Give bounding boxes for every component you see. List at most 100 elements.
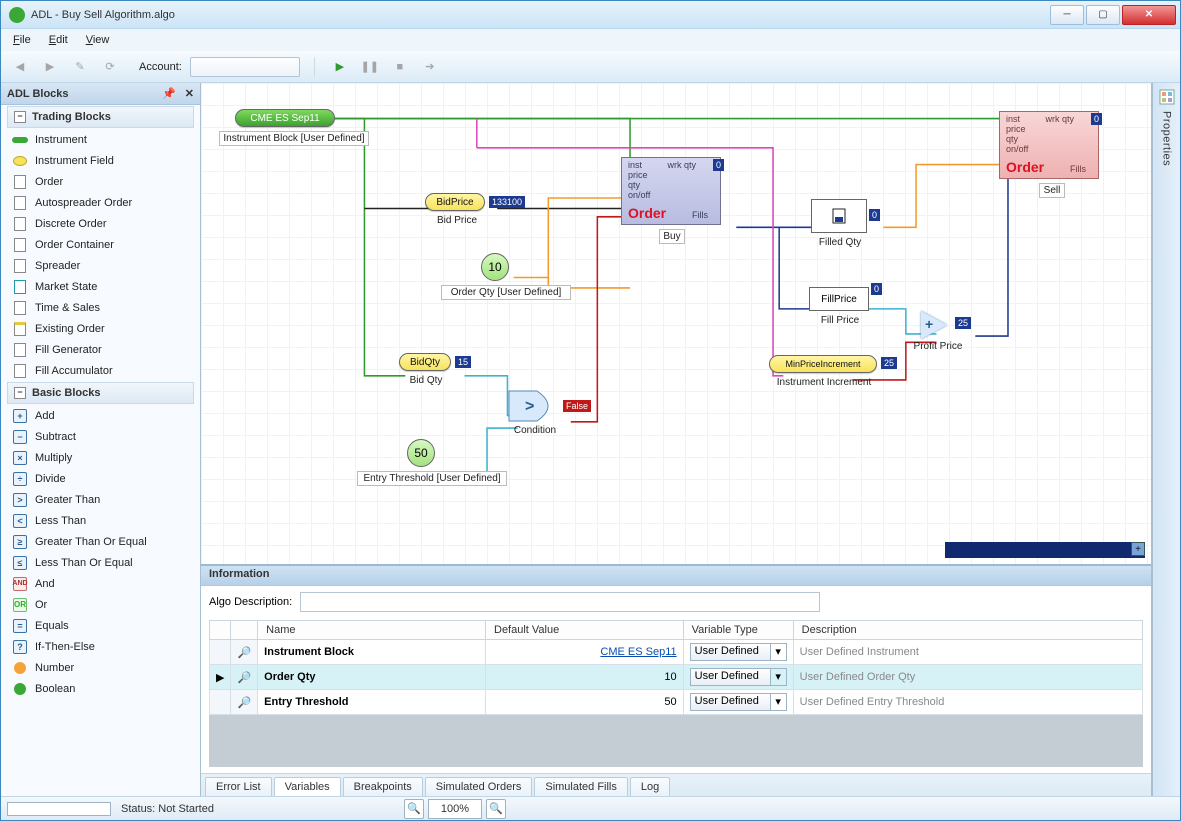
block-and[interactable]: ANDAnd [1,573,200,594]
algo-desc-input[interactable] [300,592,820,612]
block-order-container[interactable]: Order Container [1,234,200,255]
blocks-panel-title: ADL Blocks [7,88,69,100]
zoom-in-button[interactable]: 🔍 [486,799,506,819]
zoom-out-button[interactable]: 🔍 [404,799,424,819]
node-order-buy[interactable]: inst price qty on/off wrk qty 0 Fills Or… [621,157,721,225]
node-order-qty[interactable]: 10 Order Qty [User Defined] [481,253,509,281]
minimap[interactable]: + [945,542,1145,558]
canvas[interactable]: CME ES Sep11 Instrument Block [User Defi… [201,83,1151,564]
pin-icon[interactable]: 📌 [162,88,176,100]
table-row[interactable]: 🔎 Instrument Block CME ES Sep11 User Def… [210,640,1143,665]
collapse-icon[interactable]: − [14,111,26,123]
app-icon [9,7,25,23]
variables-table: Name Default Value Variable Type Descrip… [209,620,1143,715]
node-entry-threshold[interactable]: 50 Entry Threshold [User Defined] [407,439,435,467]
col-vtype[interactable]: Variable Type [683,621,793,640]
block-fill-accumulator[interactable]: Fill Accumulator [1,360,200,381]
table-row[interactable]: 🔎 Entry Threshold 50 User Defined▾ User … [210,690,1143,715]
algo-desc-label: Algo Description: [209,596,292,608]
play-button[interactable]: ▶ [329,56,351,78]
block-lte[interactable]: ≤Less Than Or Equal [1,552,200,573]
block-multiply[interactable]: ×Multiply [1,447,200,468]
col-name[interactable]: Name [258,621,486,640]
app-window: ADL - Buy Sell Algorithm.algo ─ ▢ ✕ File… [0,0,1181,821]
block-time-sales[interactable]: Time & Sales [1,297,200,318]
block-number[interactable]: Number [1,657,200,678]
close-button[interactable]: ✕ [1122,5,1176,25]
menu-edit[interactable]: Edit [49,34,68,46]
properties-icon [1159,89,1175,105]
block-discrete-order[interactable]: Discrete Order [1,213,200,234]
tab-breakpoints[interactable]: Breakpoints [343,777,423,796]
account-select[interactable] [190,57,300,77]
properties-label: Properties [1161,111,1173,166]
statusbar: Status: Not Started 🔍 100% 🔍 [1,796,1180,820]
block-existing-order[interactable]: Existing Order [1,318,200,339]
close-panel-icon[interactable]: ✕ [185,88,194,100]
blocks-panel-header: ADL Blocks 📌 ✕ [1,83,200,105]
status-text: Status: Not Started [121,803,214,815]
block-lt[interactable]: <Less Than [1,510,200,531]
block-market-state[interactable]: Market State [1,276,200,297]
node-condition[interactable]: > False Condition [507,389,561,423]
tab-simulated-orders[interactable]: Simulated Orders [425,777,533,796]
block-equals[interactable]: =Equals [1,615,200,636]
node-filled-qty[interactable]: 0 Filled Qty [811,199,867,233]
node-bid-price[interactable]: BidPrice 133100 Bid Price [425,193,485,211]
tab-variables[interactable]: Variables [274,777,341,796]
block-spreader[interactable]: Spreader [1,255,200,276]
info-tabs: Error ListVariablesBreakpointsSimulated … [201,773,1151,796]
block-instrument-field[interactable]: Instrument Field [1,150,200,171]
node-min-price-increment[interactable]: MinPriceIncrement 25 Instrument Incremen… [769,355,877,373]
collapse-icon[interactable]: − [14,387,26,399]
col-default[interactable]: Default Value [486,621,684,640]
block-subtract[interactable]: −Subtract [1,426,200,447]
svg-text:>: > [525,398,534,415]
blocks-list[interactable]: −Trading Blocks Instrument Instrument Fi… [1,105,200,796]
zoom-level[interactable]: 100% [428,799,482,819]
edit-lock-button[interactable]: ✎ [69,56,91,78]
main: ADL Blocks 📌 ✕ −Trading Blocks Instrumen… [1,83,1180,796]
menu-view[interactable]: View [86,34,110,46]
step-button[interactable]: ➔ [419,56,441,78]
toolbar: ◀ ▶ ✎ ⟳ Account: ▶ ❚❚ ■ ➔ [1,51,1180,83]
block-instrument[interactable]: Instrument [1,129,200,150]
block-divide[interactable]: ÷Divide [1,468,200,489]
pause-button[interactable]: ❚❚ [359,56,381,78]
center-area: CME ES Sep11 Instrument Block [User Defi… [201,83,1152,796]
refresh-button[interactable]: ⟳ [99,56,121,78]
block-fill-generator[interactable]: Fill Generator [1,339,200,360]
progress-bar [7,802,111,816]
table-row[interactable]: ▶ 🔎 Order Qty 10 User Defined▾ User Defi… [210,665,1143,690]
block-boolean[interactable]: Boolean [1,678,200,699]
node-order-sell[interactable]: inst price qty on/off wrk qty 0 Fills Or… [999,111,1099,179]
group-basic-blocks[interactable]: −Basic Blocks [7,382,194,404]
titlebar: ADL - Buy Sell Algorithm.algo ─ ▢ ✕ [1,1,1180,29]
block-ite[interactable]: ?If-Then-Else [1,636,200,657]
forward-button[interactable]: ▶ [39,56,61,78]
block-order[interactable]: Order [1,171,200,192]
block-or[interactable]: OROr [1,594,200,615]
tab-log[interactable]: Log [630,777,670,796]
properties-panel-collapsed[interactable]: Properties [1152,83,1180,796]
menu-file[interactable]: File [13,34,31,46]
block-autospreader-order[interactable]: Autospreader Order [1,192,200,213]
menubar: File Edit View [1,29,1180,51]
minimap-expand-icon[interactable]: + [1131,542,1145,556]
node-bid-qty[interactable]: BidQty 15 Bid Qty [399,353,451,371]
block-gt[interactable]: >Greater Than [1,489,200,510]
col-desc[interactable]: Description [793,621,1142,640]
node-instrument-block[interactable]: CME ES Sep11 Instrument Block [User Defi… [235,109,335,127]
back-button[interactable]: ◀ [9,56,31,78]
group-trading-blocks[interactable]: −Trading Blocks [7,106,194,128]
stop-button[interactable]: ■ [389,56,411,78]
node-fill-price[interactable]: FillPrice 0 Fill Price [809,287,869,311]
minimize-button[interactable]: ─ [1050,5,1084,25]
block-gte[interactable]: ≥Greater Than Or Equal [1,531,200,552]
info-panel-title: Information [201,566,1151,586]
block-add[interactable]: +Add [1,405,200,426]
node-profit-price[interactable]: + 25 Profit Price [921,311,947,339]
tab-error-list[interactable]: Error List [205,777,272,796]
maximize-button[interactable]: ▢ [1086,5,1120,25]
tab-simulated-fills[interactable]: Simulated Fills [534,777,628,796]
